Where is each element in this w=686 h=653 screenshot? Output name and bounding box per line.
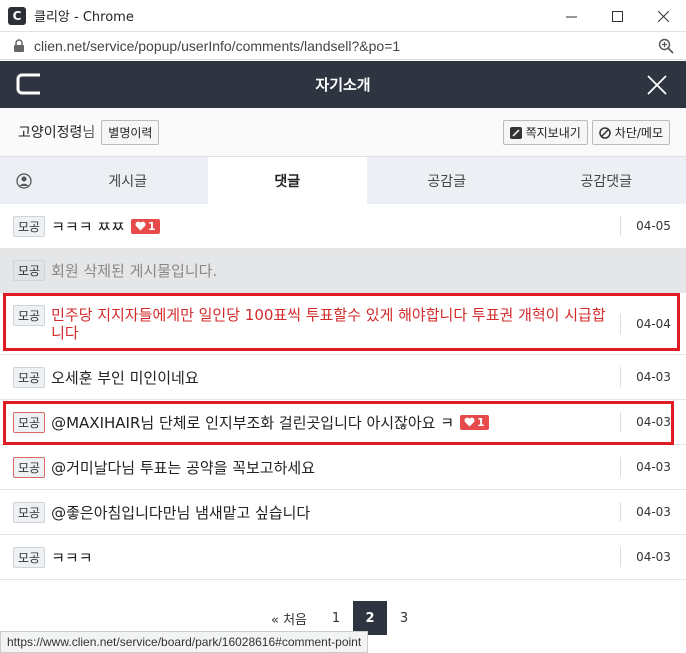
url-text[interactable]: clien.net/service/popup/userInfo/comment…	[34, 38, 400, 54]
comment-date: 04-03	[620, 547, 686, 567]
send-message-label: 쪽지보내기	[525, 126, 581, 140]
page-link-current[interactable]: 2	[353, 601, 387, 635]
window-close-button[interactable]	[640, 0, 686, 32]
board-tag: 모공	[13, 215, 46, 237]
minimize-button[interactable]	[548, 0, 594, 32]
block-memo-label: 차단/메모	[614, 126, 663, 140]
board-tag: 모공	[13, 546, 46, 568]
avatar-icon	[16, 173, 32, 189]
clien-logo-icon[interactable]	[16, 73, 42, 95]
send-message-button[interactable]: 쪽지보내기	[502, 120, 588, 145]
close-icon[interactable]	[646, 74, 668, 96]
address-bar[interactable]: clien.net/service/popup/userInfo/comment…	[0, 32, 686, 60]
comment-text[interactable]: @좋은아침입니다만님 냄새맡고 싶습니다	[51, 502, 310, 523]
heart-icon	[135, 221, 146, 231]
block-memo-button[interactable]: 차단/메모	[591, 120, 670, 145]
comment-text[interactable]: 오세훈 부인 미인이네요	[51, 367, 199, 388]
list-item: 모공 회원 삭제된 게시물입니다.	[0, 249, 686, 293]
deleted-notice: 회원 삭제된 게시물입니다.	[51, 262, 218, 280]
list-item[interactable]: 모공 오세훈 부인 미인이네요 04-03	[0, 355, 686, 400]
page-link[interactable]: 1	[319, 601, 353, 635]
comment-text[interactable]: @거미날다님 투표는 공약을 꼭보고하세요	[51, 457, 315, 478]
first-page-link[interactable]: « 처음	[265, 601, 313, 635]
board-tag: 모공	[13, 456, 46, 478]
board-tag: 모공	[13, 366, 46, 388]
list-item[interactable]: 모공 @거미날다님 투표는 공약을 꼭보고하세요 04-03	[0, 445, 686, 490]
lock-icon	[14, 38, 24, 52]
comment-text[interactable]: @MAXIHAIR님 단체로 인지부조화 걸린곳입니다 아시잖아요 ㅋ	[51, 412, 454, 433]
comment-list: 모공 ㅋㅋㅋ ㅉㅉ 1 04-05 모공 회원 삭제된 게시물입니다. 모공 민…	[0, 204, 686, 580]
user-nickname: 고양이정령	[18, 125, 83, 141]
comment-date: 04-04	[620, 313, 686, 334]
board-tag: 모공	[13, 260, 46, 281]
list-item[interactable]: 모공 @MAXIHAIR님 단체로 인지부조화 걸린곳입니다 아시잖아요 ㅋ 1…	[0, 400, 686, 445]
heart-icon	[464, 417, 475, 427]
user-info-bar: 고양이정령 님 별명이력 쪽지보내기 차단/메모	[0, 108, 686, 156]
window-titlebar: C 클리앙 - Chrome	[0, 0, 686, 32]
list-item[interactable]: 모공 민주당 지지자들에게만 일인당 100표씩 투표할수 있게 해야합니다 투…	[0, 293, 686, 355]
user-actions: 쪽지보내기 차단/메모	[502, 120, 670, 145]
maximize-icon	[611, 10, 623, 22]
nickname-suffix: 님	[82, 125, 96, 141]
like-count: 1	[477, 415, 485, 429]
comment-text[interactable]: ㅋㅋㅋ	[51, 547, 92, 568]
content-tabs: 게시글 댓글 공감글 공감댓글	[0, 156, 686, 204]
tab-liked-posts[interactable]: 공감글	[367, 157, 527, 204]
zoom-icon[interactable]	[658, 38, 674, 54]
tab-posts[interactable]: 게시글	[48, 157, 208, 204]
page-title: 자기소개	[315, 76, 371, 94]
comment-date: 04-05	[620, 216, 686, 236]
list-item[interactable]: 모공 ㅋㅋㅋ 04-03	[0, 535, 686, 580]
block-icon	[599, 126, 611, 139]
nickname-history-button[interactable]: 별명이력	[101, 119, 160, 145]
like-badge: 1	[460, 414, 489, 430]
tab-liked-comments[interactable]: 공감댓글	[527, 157, 686, 204]
list-item[interactable]: 모공 @좋은아침입니다만님 냄새맡고 싶습니다 04-03	[0, 490, 686, 535]
maximize-button[interactable]	[594, 0, 640, 32]
comment-text[interactable]: ㅋㅋㅋ ㅉㅉ	[51, 216, 125, 237]
tab-profile[interactable]	[0, 157, 48, 205]
comment-date: 04-03	[620, 502, 686, 522]
board-tag: 모공	[13, 501, 46, 523]
comment-date: 04-03	[620, 412, 686, 432]
comment-text[interactable]: 민주당 지지자들에게만 일인당 100표씩 투표할수 있게 해야합니다 투표권 …	[51, 306, 616, 342]
list-item[interactable]: 모공 ㅋㅋㅋ ㅉㅉ 1 04-05	[0, 204, 686, 249]
board-tag: 모공	[13, 411, 46, 433]
comment-date: 04-03	[620, 457, 686, 477]
minimize-icon	[565, 16, 577, 17]
page-link[interactable]: 3	[387, 601, 421, 635]
window-controls	[548, 0, 686, 32]
comment-date: 04-03	[620, 367, 686, 387]
window-close-icon	[657, 10, 669, 22]
window-title: 클리앙 - Chrome	[34, 10, 134, 25]
like-badge: 1	[130, 218, 160, 234]
popup-header: 자기소개	[0, 61, 686, 108]
message-icon	[509, 126, 522, 139]
like-count: 1	[147, 219, 156, 233]
clien-app-icon: C	[8, 6, 26, 25]
board-tag: 모공	[13, 305, 46, 326]
link-status-bar: https://www.clien.net/service/board/park…	[0, 631, 369, 653]
tab-comments[interactable]: 댓글	[207, 157, 367, 204]
